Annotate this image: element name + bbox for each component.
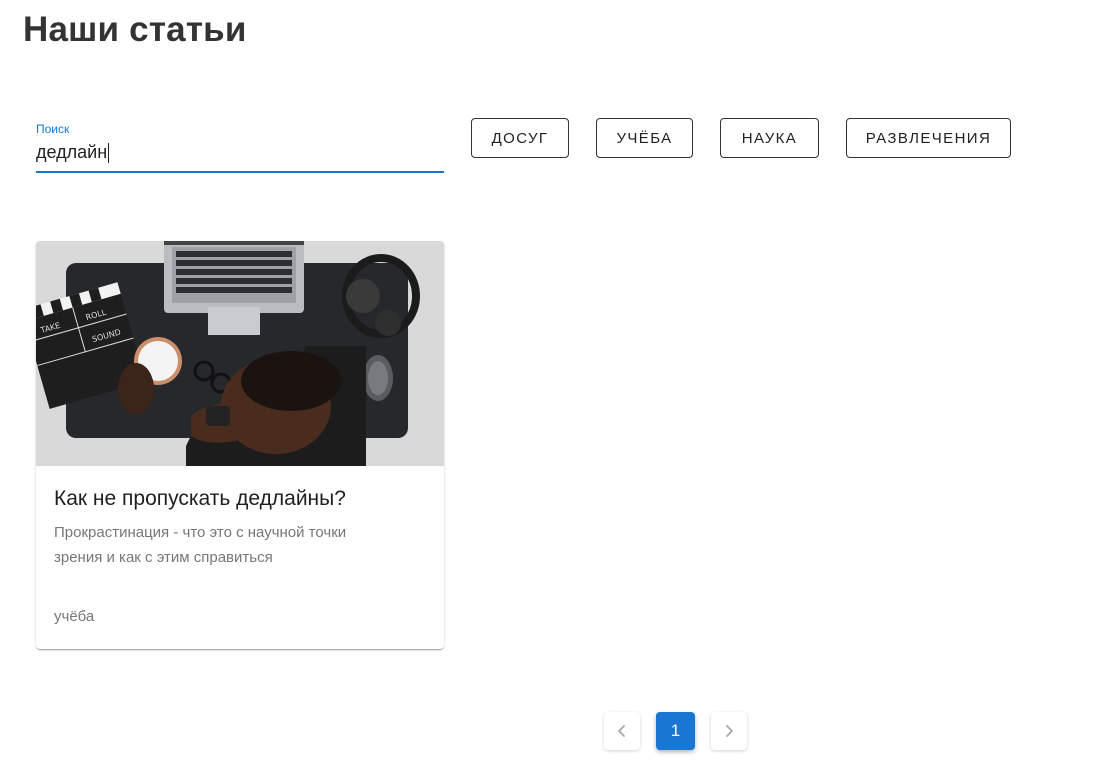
pagination-next-button[interactable] (711, 712, 747, 750)
search-label: Поиск (36, 122, 70, 136)
article-title[interactable]: Как не пропускать дедлайны? (54, 487, 434, 511)
filter-button-study[interactable]: УЧЁБА (596, 118, 693, 158)
article-tag: учёба (54, 608, 95, 625)
article-description: Прокрастинация - что это с научной точки… (54, 524, 347, 566)
filter-button-entertainment[interactable]: РАЗВЛЕЧЕНИЯ (846, 118, 1011, 158)
filter-button-science[interactable]: НАУКА (720, 118, 819, 158)
filter-button-leisure[interactable]: ДОСУГ (471, 118, 569, 158)
article-image: TAKE ROLL SOUND (36, 241, 444, 466)
search-value-text: дедлайн (36, 142, 108, 162)
pagination-page-1[interactable]: 1 (656, 712, 695, 750)
chevron-left-icon (618, 725, 625, 737)
chevron-right-icon (726, 725, 733, 737)
pagination-prev-button[interactable] (604, 712, 640, 750)
article-card[interactable]: TAKE ROLL SOUND Как не пропускать дедлай… (36, 241, 444, 649)
text-caret (108, 142, 110, 163)
search-input[interactable]: Поиск дедлайн (36, 122, 444, 173)
search-value[interactable]: дедлайн (36, 142, 110, 163)
page-title: Наши статьи (23, 10, 247, 49)
